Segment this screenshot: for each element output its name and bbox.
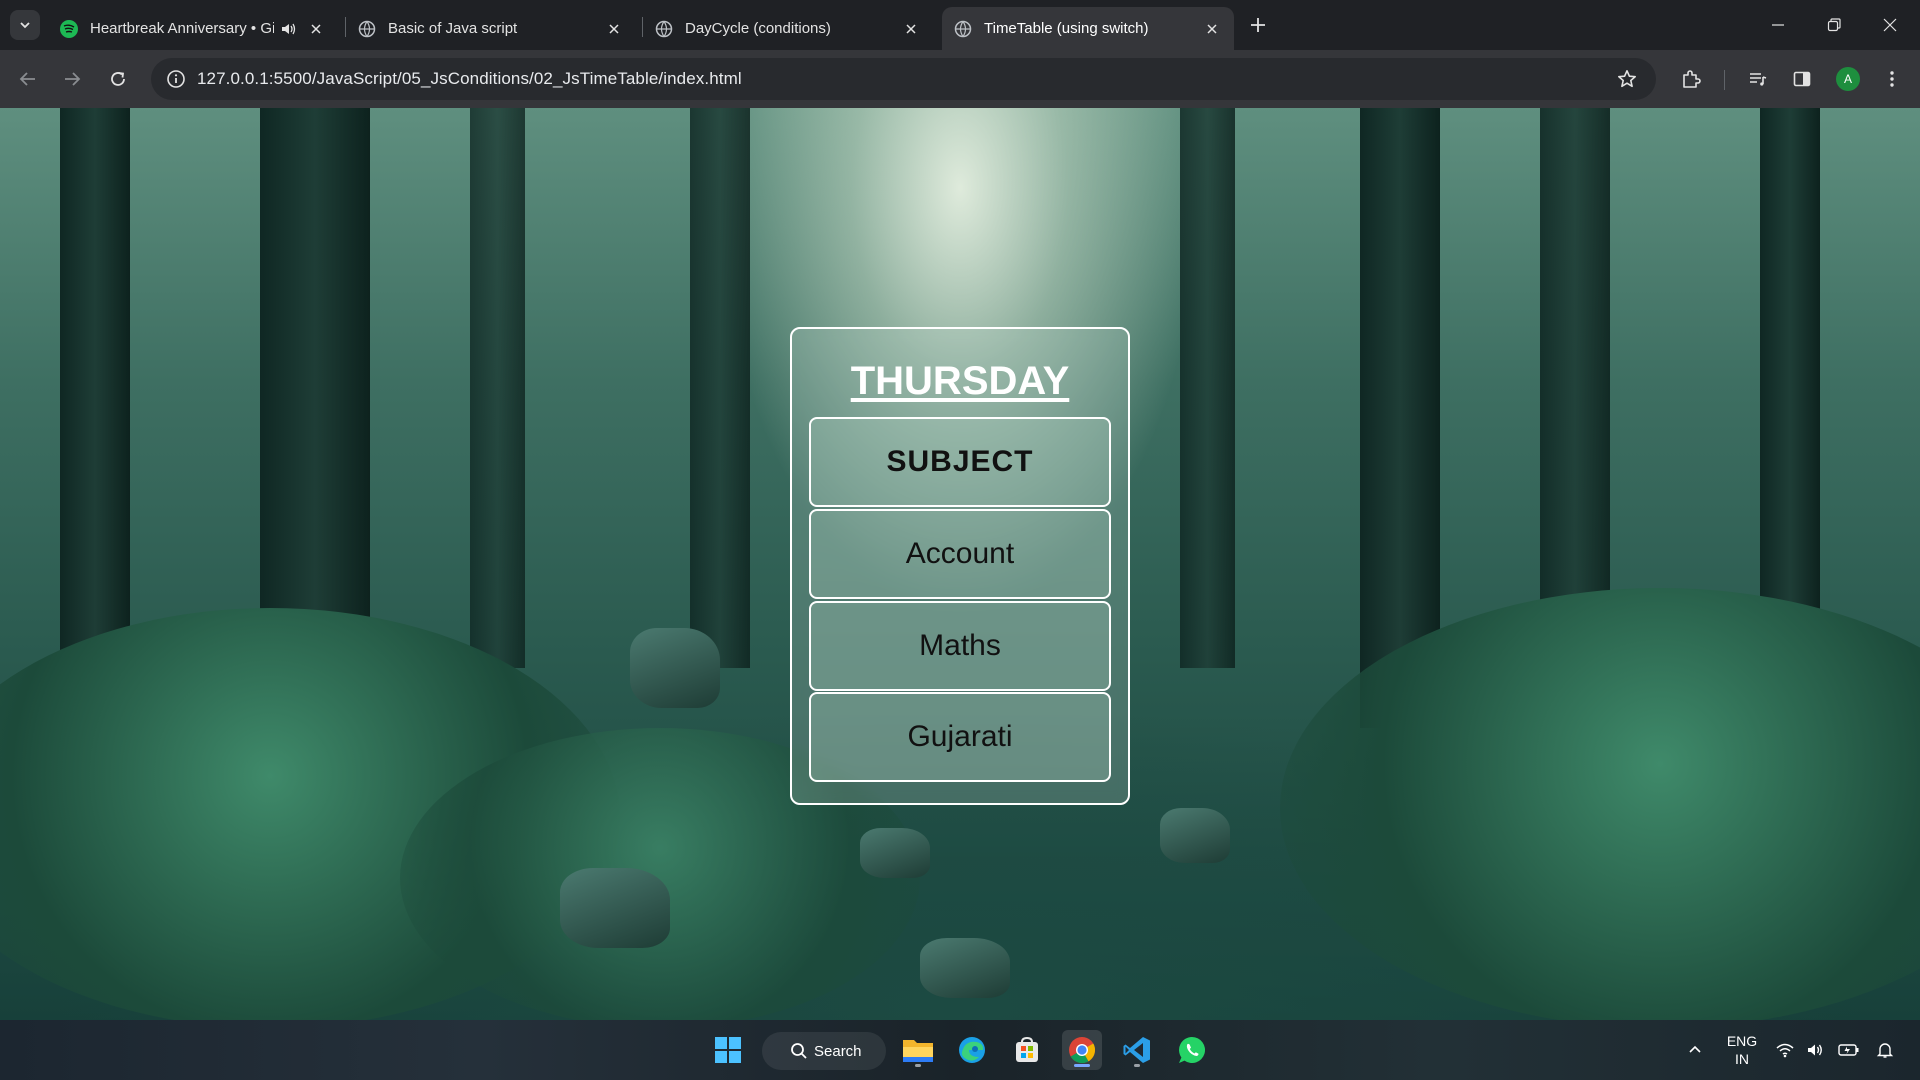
site-info-icon[interactable] [155,58,197,100]
vscode-button[interactable] [1117,1030,1157,1070]
language-indicator[interactable]: ENG IN [1724,1032,1760,1068]
close-icon[interactable] [1202,19,1222,39]
star-icon [1618,70,1636,88]
extensions-button[interactable] [1677,65,1705,93]
arrow-left-icon [19,72,35,86]
minimize-button[interactable] [1750,0,1806,50]
subject-cell-1: Account [809,509,1111,599]
arrow-right-icon [65,72,81,86]
language-code: ENG [1726,1033,1758,1049]
microsoft-store-button[interactable] [1007,1030,1047,1070]
file-explorer-button[interactable] [898,1030,938,1070]
chrome-button[interactable] [1062,1030,1102,1070]
running-indicator [1134,1064,1140,1067]
windows-logo-icon [715,1037,741,1063]
plus-icon [1251,18,1265,32]
address-bar[interactable]: 127.0.0.1:5500/JavaScript/05_JsCondition… [151,58,1656,100]
minimize-icon [1772,24,1784,26]
profile-avatar[interactable]: A [1836,67,1860,91]
media-controls-button[interactable] [1744,65,1772,93]
running-indicator [915,1064,921,1067]
forward-button[interactable] [58,65,86,93]
close-window-button[interactable] [1862,0,1918,50]
close-icon[interactable] [901,19,921,39]
taskbar-search[interactable]: Search [762,1032,886,1070]
vscode-icon [1123,1037,1150,1063]
search-label: Search [814,1042,862,1060]
search-icon [791,1043,807,1059]
tab-basic-of-java-script[interactable]: Basic of Java script [346,7,636,50]
whatsapp-button[interactable] [1172,1030,1212,1070]
globe-icon [954,20,972,38]
day-title: THURSDAY [850,359,1070,403]
browser-toolbar: 127.0.0.1:5500/JavaScript/05_JsCondition… [0,50,1920,108]
menu-button[interactable] [1878,65,1906,93]
battery-icon[interactable] [1834,1030,1864,1070]
running-indicator [1074,1064,1090,1067]
restore-icon [1827,18,1841,32]
back-button[interactable] [14,65,42,93]
globe-icon [655,20,673,38]
tab-timetable[interactable]: TimeTable (using switch) [942,7,1234,50]
reload-icon [111,72,125,86]
tab-daycycle[interactable]: DayCycle (conditions) [643,7,933,50]
page-viewport: THURSDAY SUBJECT Account Maths Gujarati [0,108,1920,1020]
side-panel-icon [1793,71,1811,87]
tab-spotify[interactable]: Heartbreak Anniversary • Gi [48,7,338,50]
subject-cell-2: Maths [809,601,1111,691]
region-code: IN [1735,1051,1749,1067]
subject-header: SUBJECT [809,417,1111,507]
tab-search-button[interactable] [10,10,40,40]
tab-title: DayCycle (conditions) [685,20,831,37]
tab-strip: Heartbreak Anniversary • Gi Basic of Jav… [0,0,1920,50]
speaker-icon[interactable] [280,22,298,36]
chevron-down-icon [20,22,30,29]
globe-icon [358,20,376,38]
playlist-icon [1750,73,1767,86]
volume-icon[interactable] [1800,1030,1830,1070]
spotify-icon [60,19,78,38]
chrome-icon [1069,1037,1096,1064]
bookmark-button[interactable] [1613,65,1641,93]
edge-button[interactable] [952,1030,992,1070]
close-icon[interactable] [604,19,624,39]
restore-button[interactable] [1806,0,1862,50]
folder-icon [903,1040,933,1062]
show-hidden-icons-button[interactable] [1675,1030,1715,1070]
close-icon [1883,18,1897,32]
side-panel-button[interactable] [1788,65,1816,93]
notification-bell-icon[interactable] [1870,1030,1900,1070]
store-icon [1016,1036,1038,1062]
tab-title: Heartbreak Anniversary • Gi [90,20,274,37]
toolbar-divider [1724,70,1725,90]
subject-cell-3: Gujarati [809,692,1111,782]
whatsapp-icon [1179,1037,1206,1063]
chevron-up-icon [1689,1045,1701,1053]
puzzle-icon [1683,70,1701,88]
url-text[interactable]: 127.0.0.1:5500/JavaScript/05_JsCondition… [197,69,742,89]
wifi-icon[interactable] [1770,1030,1800,1070]
close-icon[interactable] [306,19,326,39]
more-vert-icon [1890,71,1894,87]
edge-icon [959,1037,985,1063]
windows-start-button[interactable] [708,1030,748,1070]
reload-button[interactable] [104,65,132,93]
tab-title: Basic of Java script [388,20,518,37]
tab-title: TimeTable (using switch) [984,20,1149,37]
new-tab-button[interactable] [1245,12,1271,38]
timetable-card: THURSDAY SUBJECT Account Maths Gujarati [790,327,1130,805]
windows-taskbar: Search ENG IN [0,1020,1920,1080]
